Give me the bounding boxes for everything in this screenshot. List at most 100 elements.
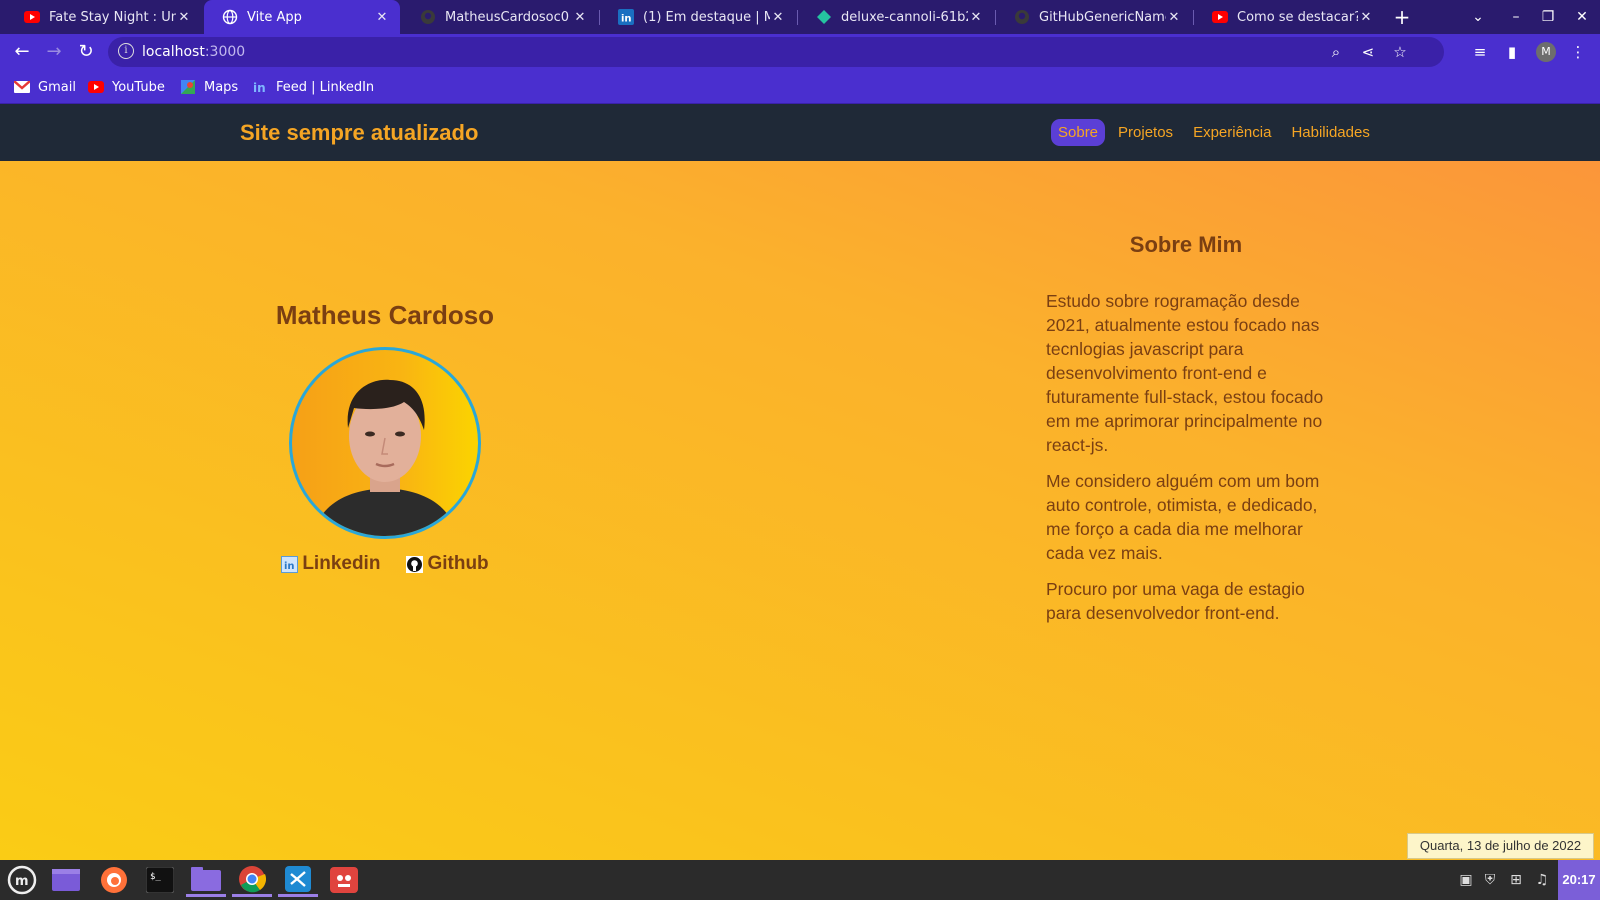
nav-habilidades[interactable]: Habilidades [1284, 119, 1376, 146]
files-icon[interactable] [186, 863, 226, 897]
system-clock[interactable]: 20:17 [1558, 860, 1600, 900]
tab-divider [797, 10, 798, 25]
about-title: Sobre Mim [1129, 232, 1243, 257]
person-portrait [312, 379, 458, 536]
about-paragraph: Me considero alguém com um bom auto cont… [1046, 471, 1320, 563]
system-taskbar: m $_ ▣ ⛨ ⊞ ♫ 20:17 [0, 860, 1600, 900]
tab-divider [1193, 10, 1194, 25]
gmail-icon [14, 80, 30, 94]
bookmarks-bar: Gmail YouTube Maps in Feed | LinkedIn [0, 70, 1600, 104]
nav-projetos[interactable]: Projetos [1111, 119, 1180, 146]
tab-title: MatheusCardosoc0 (M [445, 9, 572, 25]
chrome-icon[interactable] [232, 863, 272, 897]
close-icon[interactable]: ✕ [1166, 10, 1182, 25]
linkedin-icon: in [252, 80, 268, 94]
nav-experiencia[interactable]: Experiência [1186, 119, 1278, 146]
tab-search-chevron-icon[interactable]: ⌄ [1462, 0, 1494, 34]
tab-title: Como se destacar? Po [1237, 9, 1358, 25]
tab-divider [995, 10, 996, 25]
bookmark-youtube[interactable]: YouTube [88, 78, 165, 96]
tab-youtube-destacar[interactable]: Como se destacar? Po ✕ [1194, 0, 1384, 34]
bookmark-label: Gmail [38, 79, 76, 95]
date-tooltip: Quarta, 13 de julho de 2022 [1407, 833, 1594, 859]
github-link[interactable]: Github [406, 553, 489, 575]
profile-avatar[interactable]: M [1536, 42, 1556, 62]
profile-photo [289, 347, 481, 539]
window-close-button[interactable]: ✕ [1566, 0, 1598, 34]
bookmark-gmail[interactable]: Gmail [14, 78, 76, 96]
address-bar[interactable]: i localhost:3000 ⌕ ⋖ ☆ [108, 37, 1444, 67]
back-button[interactable]: ← [10, 40, 34, 64]
vscode-icon[interactable] [278, 863, 318, 897]
menu-kebab-icon[interactable]: ⋮ [1568, 42, 1588, 62]
about-paragraph: Procuro por uma vaga de estagio para des… [1046, 579, 1305, 623]
about-section: Sobre Mim Estudo sobre rogramação desde … [1046, 232, 1326, 637]
tab-linkedin[interactable]: in (1) Em destaque | Math ✕ [600, 0, 796, 34]
svg-text:m: m [15, 874, 29, 889]
address-url[interactable]: localhost:3000 [142, 44, 245, 60]
firefox-icon[interactable] [94, 863, 134, 897]
bookmark-label: Maps [204, 79, 239, 95]
network-icon[interactable]: ⊞ [1506, 870, 1526, 890]
tab-netlify[interactable]: deluxe-cannoli-61b289 ✕ [798, 0, 994, 34]
gimp-icon[interactable] [324, 863, 364, 897]
tab-github-profile[interactable]: MatheusCardosoc0 (M ✕ [402, 0, 598, 34]
tab-github-generic[interactable]: GitHubGenericName ✕ [996, 0, 1192, 34]
close-icon[interactable]: ✕ [1358, 10, 1374, 25]
sound-icon[interactable]: ♫ [1532, 870, 1552, 890]
site-nav: Sobre Projetos Experiência Habilidades [1051, 119, 1377, 146]
bookmark-label: YouTube [112, 79, 165, 95]
close-icon[interactable]: ✕ [770, 10, 786, 25]
globe-icon [222, 9, 238, 25]
browser-toolbar: ← → ↻ i localhost:3000 ⌕ ⋖ ☆ ≡ ▮ M ⋮ [0, 34, 1600, 70]
close-icon[interactable]: ✕ [968, 10, 984, 25]
terminal-icon[interactable]: $_ [140, 863, 180, 897]
forward-button[interactable]: → [42, 40, 66, 64]
site-brand[interactable]: Site sempre atualizado [240, 120, 478, 146]
svg-text:in: in [253, 81, 266, 94]
restore-button[interactable]: ❐ [1532, 0, 1564, 34]
linkedin-icon: in [281, 555, 299, 573]
show-desktop-icon[interactable] [46, 863, 86, 897]
tab-title: deluxe-cannoli-61b289 [841, 9, 968, 25]
mint-menu-icon[interactable]: m [2, 863, 42, 897]
svg-text:$_: $_ [150, 872, 161, 882]
shield-icon[interactable]: ⛨ [1480, 870, 1500, 890]
bookmark-linkedin[interactable]: in Feed | LinkedIn [252, 78, 374, 96]
netlify-icon [816, 9, 832, 25]
close-icon[interactable]: ✕ [374, 10, 390, 25]
side-panel-icon[interactable]: ▮ [1502, 42, 1522, 62]
social-links: in Linkedin Github [240, 553, 530, 575]
tab-divider [599, 10, 600, 25]
nav-sobre[interactable]: Sobre [1051, 119, 1106, 146]
tab-title: GitHubGenericName [1039, 9, 1166, 25]
linkedin-link[interactable]: in Linkedin [281, 553, 380, 575]
tab-youtube-fate[interactable]: Fate Stay Night : Unlim ✕ [6, 0, 202, 34]
linkedin-icon: in [618, 9, 634, 25]
site-info-icon[interactable]: i [118, 43, 134, 59]
media-control-icon[interactable]: ≡ [1470, 42, 1490, 62]
youtube-icon [24, 9, 40, 25]
reload-button[interactable]: ↻ [74, 40, 98, 64]
zoom-icon[interactable]: ⌕ [1326, 42, 1346, 62]
new-tab-button[interactable]: + [1390, 5, 1414, 29]
close-icon[interactable]: ✕ [176, 10, 192, 25]
page-viewport: Site sempre atualizado Sobre Projetos Ex… [0, 104, 1600, 860]
svg-text:in: in [284, 561, 295, 572]
github-icon [1014, 9, 1030, 25]
clipboard-icon[interactable]: ▣ [1456, 870, 1476, 890]
about-paragraph: Estudo sobre rogramação desde 2021, atua… [1046, 291, 1324, 455]
bookmark-maps[interactable]: Maps [180, 78, 238, 96]
tab-vite-app[interactable]: Vite App ✕ [204, 0, 400, 34]
youtube-icon [1212, 9, 1228, 25]
svg-text:in: in [621, 14, 632, 25]
github-icon [420, 9, 436, 25]
bookmark-star-icon[interactable]: ☆ [1390, 42, 1410, 62]
share-icon[interactable]: ⋖ [1358, 42, 1378, 62]
bookmark-label: Feed | LinkedIn [276, 79, 375, 95]
tab-title: Vite App [247, 9, 302, 25]
minimize-button[interactable]: – [1500, 0, 1532, 34]
close-icon[interactable]: ✕ [572, 10, 588, 25]
github-icon [406, 555, 424, 573]
site-header: Site sempre atualizado Sobre Projetos Ex… [0, 104, 1600, 161]
